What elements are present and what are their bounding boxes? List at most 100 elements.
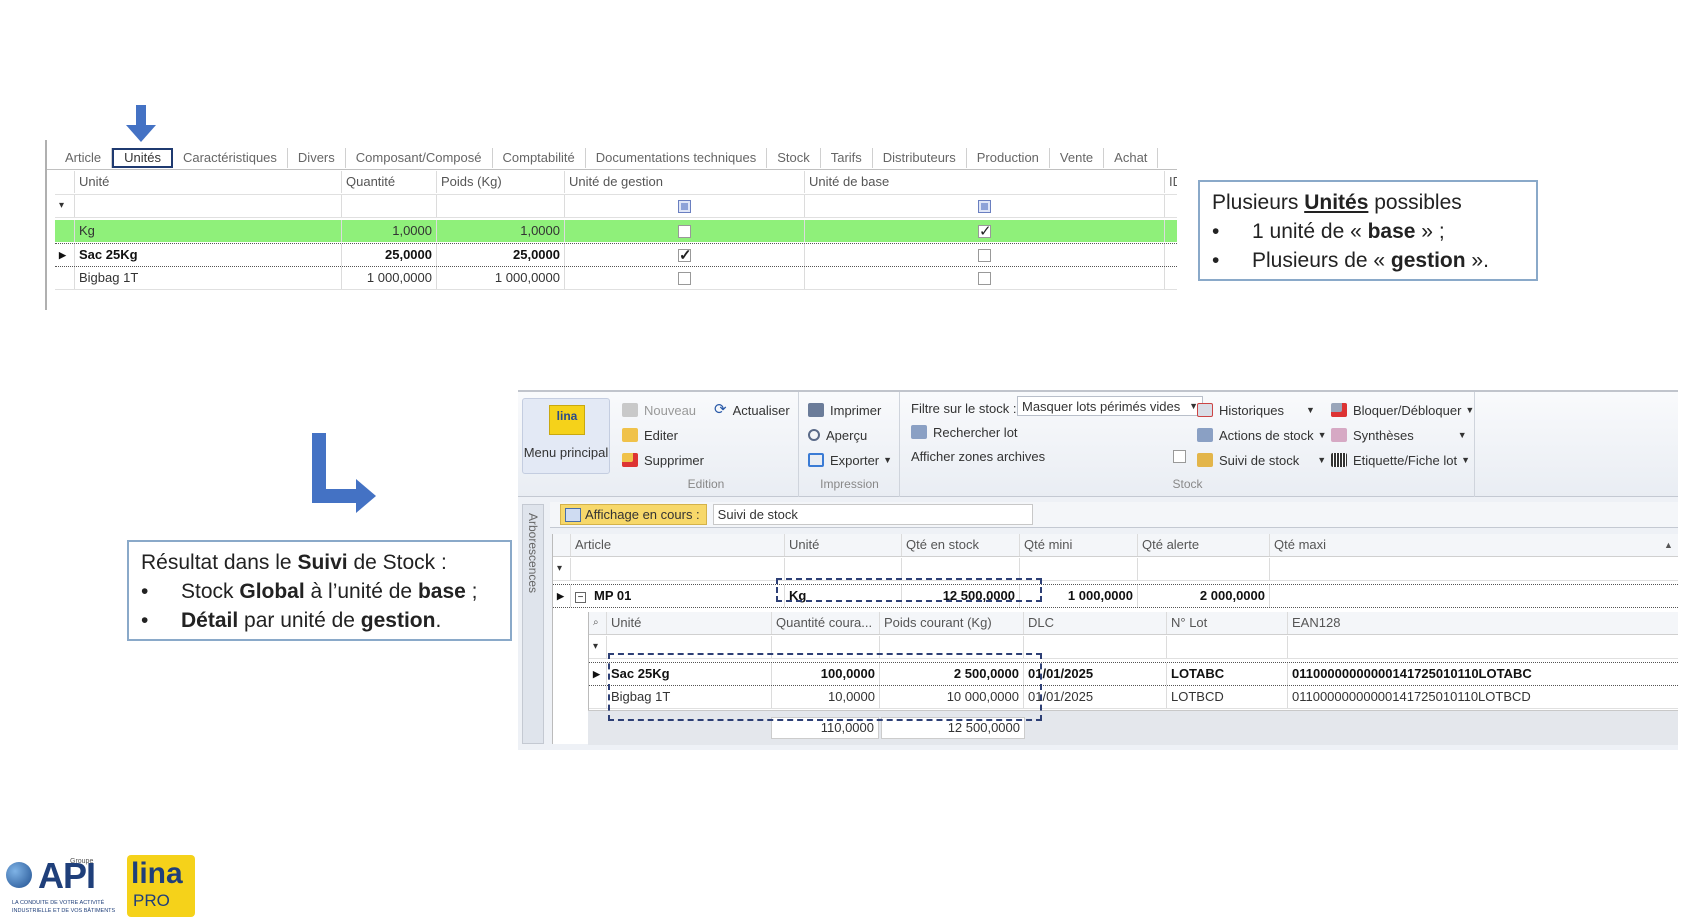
tab-vente[interactable]: Vente — [1050, 148, 1105, 168]
affichage-value: Suivi de stock — [712, 504, 1033, 525]
stock-grid-header: Article Unité Qté en stock Qté mini Qté … — [553, 534, 1678, 557]
article-tabs: Article Unités Caractéristiques Divers C… — [55, 148, 1159, 168]
detail-filter-row[interactable]: ▾ — [589, 636, 1678, 659]
tab-divers[interactable]: Divers — [288, 148, 346, 168]
stock-filter-row[interactable]: ▾ — [553, 558, 1678, 581]
col-poids[interactable]: Poids (Kg) — [437, 171, 565, 193]
tab-article[interactable]: Article — [55, 148, 113, 168]
menu-principal-button[interactable]: lina Menu principal — [522, 398, 610, 474]
suivi-stock-button[interactable]: Suivi de stock ▼ — [1197, 450, 1326, 470]
callout-result: Résultat dans le Suivi de Stock : • Stock… — [127, 540, 512, 641]
tab-tarifs[interactable]: Tarifs — [821, 148, 873, 168]
col-qte-maxi[interactable]: Qté maxi — [1270, 534, 1660, 556]
tab-composant[interactable]: Composant/Composé — [346, 148, 493, 168]
folder-edit-icon — [622, 428, 638, 442]
col-dlc[interactable]: DLC — [1024, 612, 1167, 634]
search-icon: ⌕ — [589, 612, 607, 634]
imprimer-button[interactable]: Imprimer — [808, 400, 881, 420]
tab-production[interactable]: Production — [967, 148, 1050, 168]
afficher-archives-checkbox[interactable] — [1173, 450, 1186, 463]
base-checkbox[interactable] — [978, 249, 991, 263]
totals-footer: 110,0000 12 500,0000 — [588, 710, 1678, 745]
refresh-icon: ⟳ — [714, 401, 727, 418]
supprimer-button[interactable]: Supprimer — [622, 450, 704, 470]
base-checkbox[interactable] — [978, 272, 991, 286]
new-doc-icon — [622, 403, 638, 417]
filter-icon: ▾ — [55, 195, 75, 217]
dropdown-caret-icon: ▼ — [1457, 430, 1467, 440]
tab-stock[interactable]: Stock — [767, 148, 821, 168]
filter-icon: ▾ — [589, 636, 607, 658]
tab-documentations[interactable]: Documentations techniques — [586, 148, 768, 168]
table-row[interactable]: Kg 1,0000 1,0000 — [55, 220, 1177, 242]
printer-icon — [808, 403, 824, 417]
tab-distributeurs[interactable]: Distributeurs — [873, 148, 967, 168]
gestion-checkbox[interactable] — [678, 272, 691, 286]
row-pointer-icon: ▶ — [55, 244, 75, 266]
row-pointer-icon: ▶ — [553, 585, 571, 607]
table-row[interactable]: Bigbag 1T 10,0000 10 000,0000 01/01/2025… — [589, 686, 1678, 709]
units-filter-row[interactable]: ▾ — [55, 194, 1177, 218]
lina-pro-logo: lina PRO — [127, 855, 195, 917]
col-unite[interactable]: Unité — [785, 534, 902, 556]
folder-delete-icon — [622, 453, 638, 467]
bloquer-button[interactable]: Bloquer/Débloquer ▼ — [1331, 400, 1474, 420]
dropdown-caret-icon: ▼ — [1465, 405, 1475, 415]
dropdown-caret-icon: ▼ — [1317, 430, 1327, 440]
actualiser-button[interactable]: ⟳ Actualiser — [714, 400, 790, 420]
filter-gestion-checkbox[interactable] — [678, 200, 691, 214]
col-ean128[interactable]: EAN128 — [1288, 612, 1678, 634]
table-row[interactable]: ▶ − MP 01 Kg 12 500,0000 1 000,0000 2 000… — [553, 584, 1678, 608]
dropdown-caret-icon: ▼ — [1306, 405, 1315, 415]
units-grid-header: Unité Quantité Poids (Kg) Unité de gesti… — [55, 171, 1177, 193]
col-qte-mini[interactable]: Qté mini — [1020, 534, 1138, 556]
col-article[interactable]: Article — [571, 534, 785, 556]
row-pointer-icon: ▶ — [589, 663, 607, 685]
col-qte-alerte[interactable]: Qté alerte — [1138, 534, 1270, 556]
tab-unites[interactable]: Unités — [112, 148, 173, 168]
tab-caracteristiques[interactable]: Caractéristiques — [173, 148, 288, 168]
apercu-button[interactable]: Aperçu — [808, 425, 867, 445]
stock-group: Filtre sur le stock : Masquer lots périm… — [901, 392, 1475, 497]
dropdown-caret-icon: ▼ — [1461, 455, 1470, 465]
collapse-icon[interactable]: − — [575, 592, 586, 603]
lock-icon — [1331, 403, 1347, 417]
col-unite[interactable]: Unité — [75, 171, 342, 193]
historiques-button[interactable]: Historiques ▼ — [1197, 400, 1315, 420]
col-poids-courant[interactable]: Poids courant (Kg) — [880, 612, 1024, 634]
editer-button[interactable]: Editer — [622, 425, 678, 445]
table-row[interactable]: ▶ Sac 25Kg 100,0000 2 500,0000 01/01/202… — [589, 662, 1678, 686]
actions-stock-button[interactable]: Actions de stock ▼ — [1197, 425, 1327, 445]
base-checkbox[interactable] — [978, 221, 992, 242]
table-row[interactable]: ▶ Sac 25Kg 25,0000 25,0000 — [55, 243, 1177, 267]
rechercher-lot-button[interactable]: Rechercher lot — [911, 422, 1018, 442]
sort-arrow-icon: ▲ — [1664, 540, 1673, 550]
lot-search-icon — [911, 425, 927, 439]
col-quantite[interactable]: Quantité — [342, 171, 437, 193]
table-row[interactable]: Bigbag 1T 1 000,0000 1 000,0000 — [55, 267, 1177, 290]
filtre-stock-select[interactable]: Masquer lots périmés vides ▼ — [1017, 396, 1203, 416]
col-no-lot[interactable]: N° Lot — [1167, 612, 1288, 634]
filter-base-checkbox[interactable] — [978, 200, 991, 214]
col-unite[interactable]: Unité — [607, 612, 772, 634]
stock-tracking-window: lina Menu principal Nouveau ⟳ Actualiser … — [518, 390, 1678, 750]
tab-achat[interactable]: Achat — [1104, 148, 1159, 168]
col-unite-base[interactable]: Unité de base — [805, 171, 1165, 193]
tab-comptabilite[interactable]: Comptabilité — [493, 148, 586, 168]
col-quantite-courante[interactable]: Quantité coura... — [772, 612, 880, 634]
col-qte-stock[interactable]: Qté en stock — [902, 534, 1020, 556]
exporter-button[interactable]: Exporter ▼ — [808, 450, 892, 470]
impression-group: Imprimer Aperçu Exporter ▼ Impression — [800, 392, 900, 497]
etiquette-button[interactable]: Etiquette/Fiche lot ▼ — [1331, 450, 1470, 470]
gestion-checkbox[interactable] — [678, 225, 691, 239]
dropdown-caret-icon: ▼ — [1317, 455, 1327, 465]
nouveau-button[interactable]: Nouveau — [622, 400, 696, 420]
total-quantite: 110,0000 — [771, 717, 879, 739]
arborescences-tab[interactable]: Arborescences — [522, 504, 544, 744]
export-icon — [808, 453, 824, 467]
gestion-checkbox[interactable] — [678, 245, 692, 266]
col-id[interactable]: ID — [1165, 171, 1177, 193]
col-unite-gestion[interactable]: Unité de gestion — [565, 171, 805, 193]
box-icon — [1197, 453, 1213, 467]
syntheses-button[interactable]: Synthèses ▼ — [1331, 425, 1467, 445]
